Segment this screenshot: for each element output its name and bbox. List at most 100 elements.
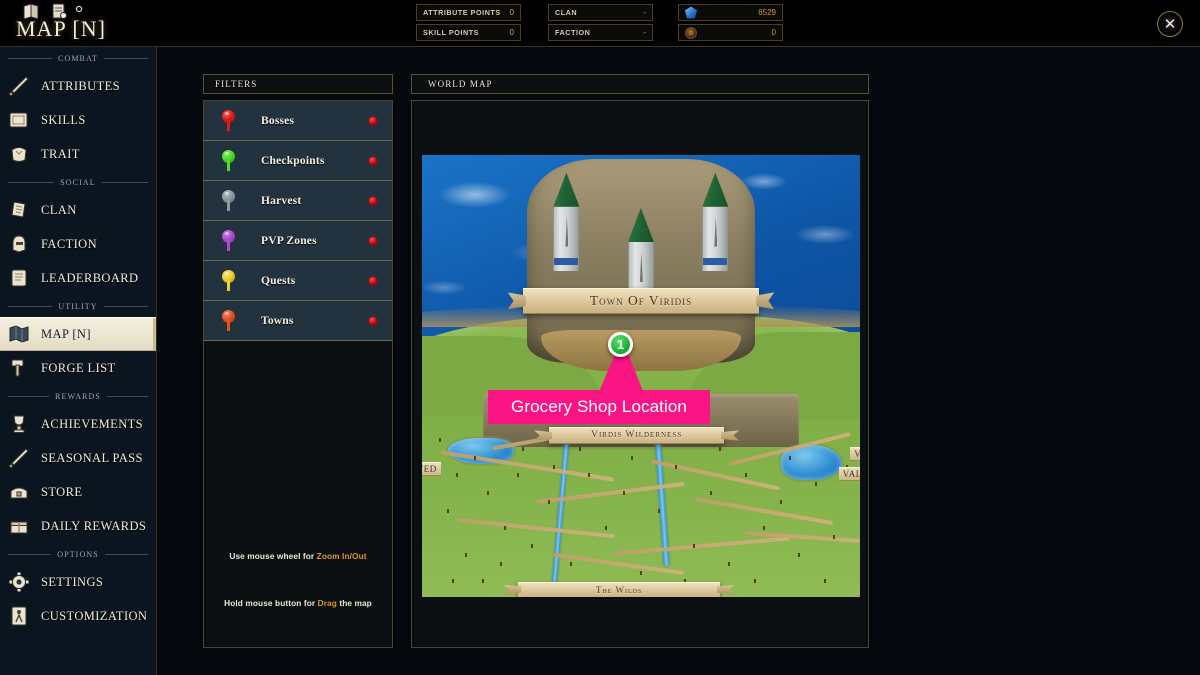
map-tree — [672, 456, 681, 469]
tree-trunk — [451, 579, 454, 584]
filter-row-bosses[interactable]: Bosses — [204, 101, 392, 141]
divider — [103, 57, 149, 59]
filter-toggle-indicator[interactable] — [369, 276, 377, 285]
stat-column-affiliation: CLAN - FACTION - — [548, 4, 653, 44]
filter-toggle-indicator[interactable] — [369, 156, 377, 165]
banner-icon — [6, 197, 32, 223]
map-tree — [628, 447, 637, 460]
window-logo: MAP [N] — [10, 2, 190, 46]
map-tree — [602, 517, 611, 531]
stat-value: 0 — [509, 28, 514, 37]
filter-row-pvp-zones[interactable]: PVP Zones — [204, 221, 392, 261]
map-tree — [821, 570, 830, 584]
filter-row-checkpoints[interactable]: Checkpoints — [204, 141, 392, 181]
sidebar-section-label: COMBAT — [58, 53, 98, 63]
close-button[interactable]: ✕ — [1157, 11, 1183, 37]
book-icon — [6, 107, 32, 133]
stat-skill-points: SKILL POINTS 0 — [416, 24, 521, 41]
sidebar-item-forge-list[interactable]: FORGE LIST — [0, 351, 156, 385]
filters-header-bar: FILTERS — [203, 74, 393, 94]
chest-icon — [6, 479, 32, 505]
filter-toggle-indicator[interactable] — [369, 196, 377, 205]
sidebar-item-label: SKILLS — [41, 112, 86, 127]
tree-trunk — [832, 535, 835, 540]
hint-zoom: Use mouse wheel for Zoom In/Out — [203, 551, 393, 561]
tree-trunk — [675, 464, 678, 469]
tower-window — [714, 216, 718, 247]
sidebar-item-settings[interactable]: SETTINGS — [0, 565, 156, 599]
map-panel: Town Of Viridis Virdis Wilderness The Wi… — [411, 100, 869, 648]
tree-trunk — [631, 455, 634, 460]
pin-tail — [227, 280, 230, 291]
map-banner-bottom: The Wilds — [518, 581, 720, 597]
pin-gloss — [224, 312, 229, 315]
stat-label: SKILL POINTS — [423, 28, 479, 37]
map-tree — [759, 517, 768, 531]
map-canvas: Town Of Viridis Virdis Wilderness The Wi… — [422, 155, 860, 597]
tree-trunk — [762, 526, 765, 531]
map-tree — [501, 517, 510, 531]
filter-row-towns[interactable]: Towns — [204, 301, 392, 341]
stat-clan[interactable]: CLAN - — [548, 4, 653, 21]
map-tree — [514, 464, 523, 478]
tree-trunk — [447, 508, 450, 513]
sidebar-item-map-n[interactable]: MAP [N] — [0, 317, 156, 351]
filter-row-harvest[interactable]: Harvest — [204, 181, 392, 221]
sword-icon — [6, 73, 32, 99]
map-tree — [461, 544, 470, 557]
sidebar-item-achievements[interactable]: ACHIEVEMENTS — [0, 407, 156, 441]
map-tree — [545, 491, 554, 504]
filter-toggle-indicator[interactable] — [369, 316, 377, 325]
sidebar-item-store[interactable]: STORE — [0, 475, 156, 509]
filter-label: Harvest — [261, 194, 302, 207]
stat-column-currency: 6529 ⌀ 0 — [678, 4, 783, 44]
map-viewport[interactable]: Town Of Viridis Virdis Wilderness The Wi… — [422, 155, 860, 597]
sidebar-item-daily-rewards[interactable]: DAILY REWARDS — [0, 509, 156, 543]
hint-prefix: Hold mouse button for — [224, 598, 318, 608]
person-icon — [6, 603, 32, 629]
tree-trunk — [552, 464, 555, 469]
map-pin-icon — [222, 150, 235, 171]
tree-trunk — [754, 579, 756, 584]
tree-trunk — [745, 473, 748, 478]
sidebar-item-clan[interactable]: CLAN — [0, 193, 156, 227]
sidebar-item-skills[interactable]: SKILLS — [0, 103, 156, 137]
sidebar-item-label: DAILY REWARDS — [41, 518, 147, 533]
sidebar-item-attributes[interactable]: ATTRIBUTES — [0, 69, 156, 103]
tower-roof — [702, 172, 729, 207]
hint-drag: Hold mouse button for Drag the map — [203, 598, 393, 608]
pin-tail — [227, 160, 230, 171]
tree-trunk — [504, 526, 507, 531]
stat-attribute-points: ATTRIBUTE POINTS 0 — [416, 4, 521, 21]
sidebar-section-header: COMBAT — [0, 47, 156, 69]
stat-faction[interactable]: FACTION - — [548, 24, 653, 41]
sidebar-item-trait[interactable]: TRAIT — [0, 137, 156, 171]
map-tree — [619, 482, 628, 496]
sidebar-item-leaderboard[interactable]: LEADERBOARD — [0, 261, 156, 295]
gear-icon — [6, 569, 32, 595]
tower-shaft — [553, 206, 580, 271]
hammer-icon — [6, 355, 32, 381]
filter-label: Checkpoints — [261, 154, 325, 167]
sidebar-item-seasonal-pass[interactable]: SEASONAL PASS — [0, 441, 156, 475]
tower-roof — [553, 172, 580, 207]
tree-trunk — [718, 446, 721, 451]
tree-trunk — [692, 544, 695, 549]
sidebar-section-label: OPTIONS — [57, 549, 99, 559]
castle-tower — [702, 172, 729, 271]
sidebar-item-customization[interactable]: CUSTOMIZATION — [0, 599, 156, 633]
filter-toggle-indicator[interactable] — [369, 116, 377, 125]
helmet-icon — [6, 231, 32, 257]
coin-icon: ⌀ — [685, 26, 697, 39]
filter-toggle-indicator[interactable] — [369, 236, 377, 245]
map-marker-badge[interactable]: 1 — [608, 332, 633, 357]
filter-row-quests[interactable]: Quests — [204, 261, 392, 301]
map-banner-town: Town Of Viridis — [522, 287, 760, 314]
castle-tower — [553, 172, 580, 271]
map-pin-icon — [222, 310, 235, 331]
sidebar-item-faction[interactable]: FACTION — [0, 227, 156, 261]
map-tree — [479, 570, 488, 584]
map-tree — [470, 447, 479, 460]
pin-tail — [227, 200, 230, 211]
banner-label: Town Of Viridis — [589, 292, 693, 308]
